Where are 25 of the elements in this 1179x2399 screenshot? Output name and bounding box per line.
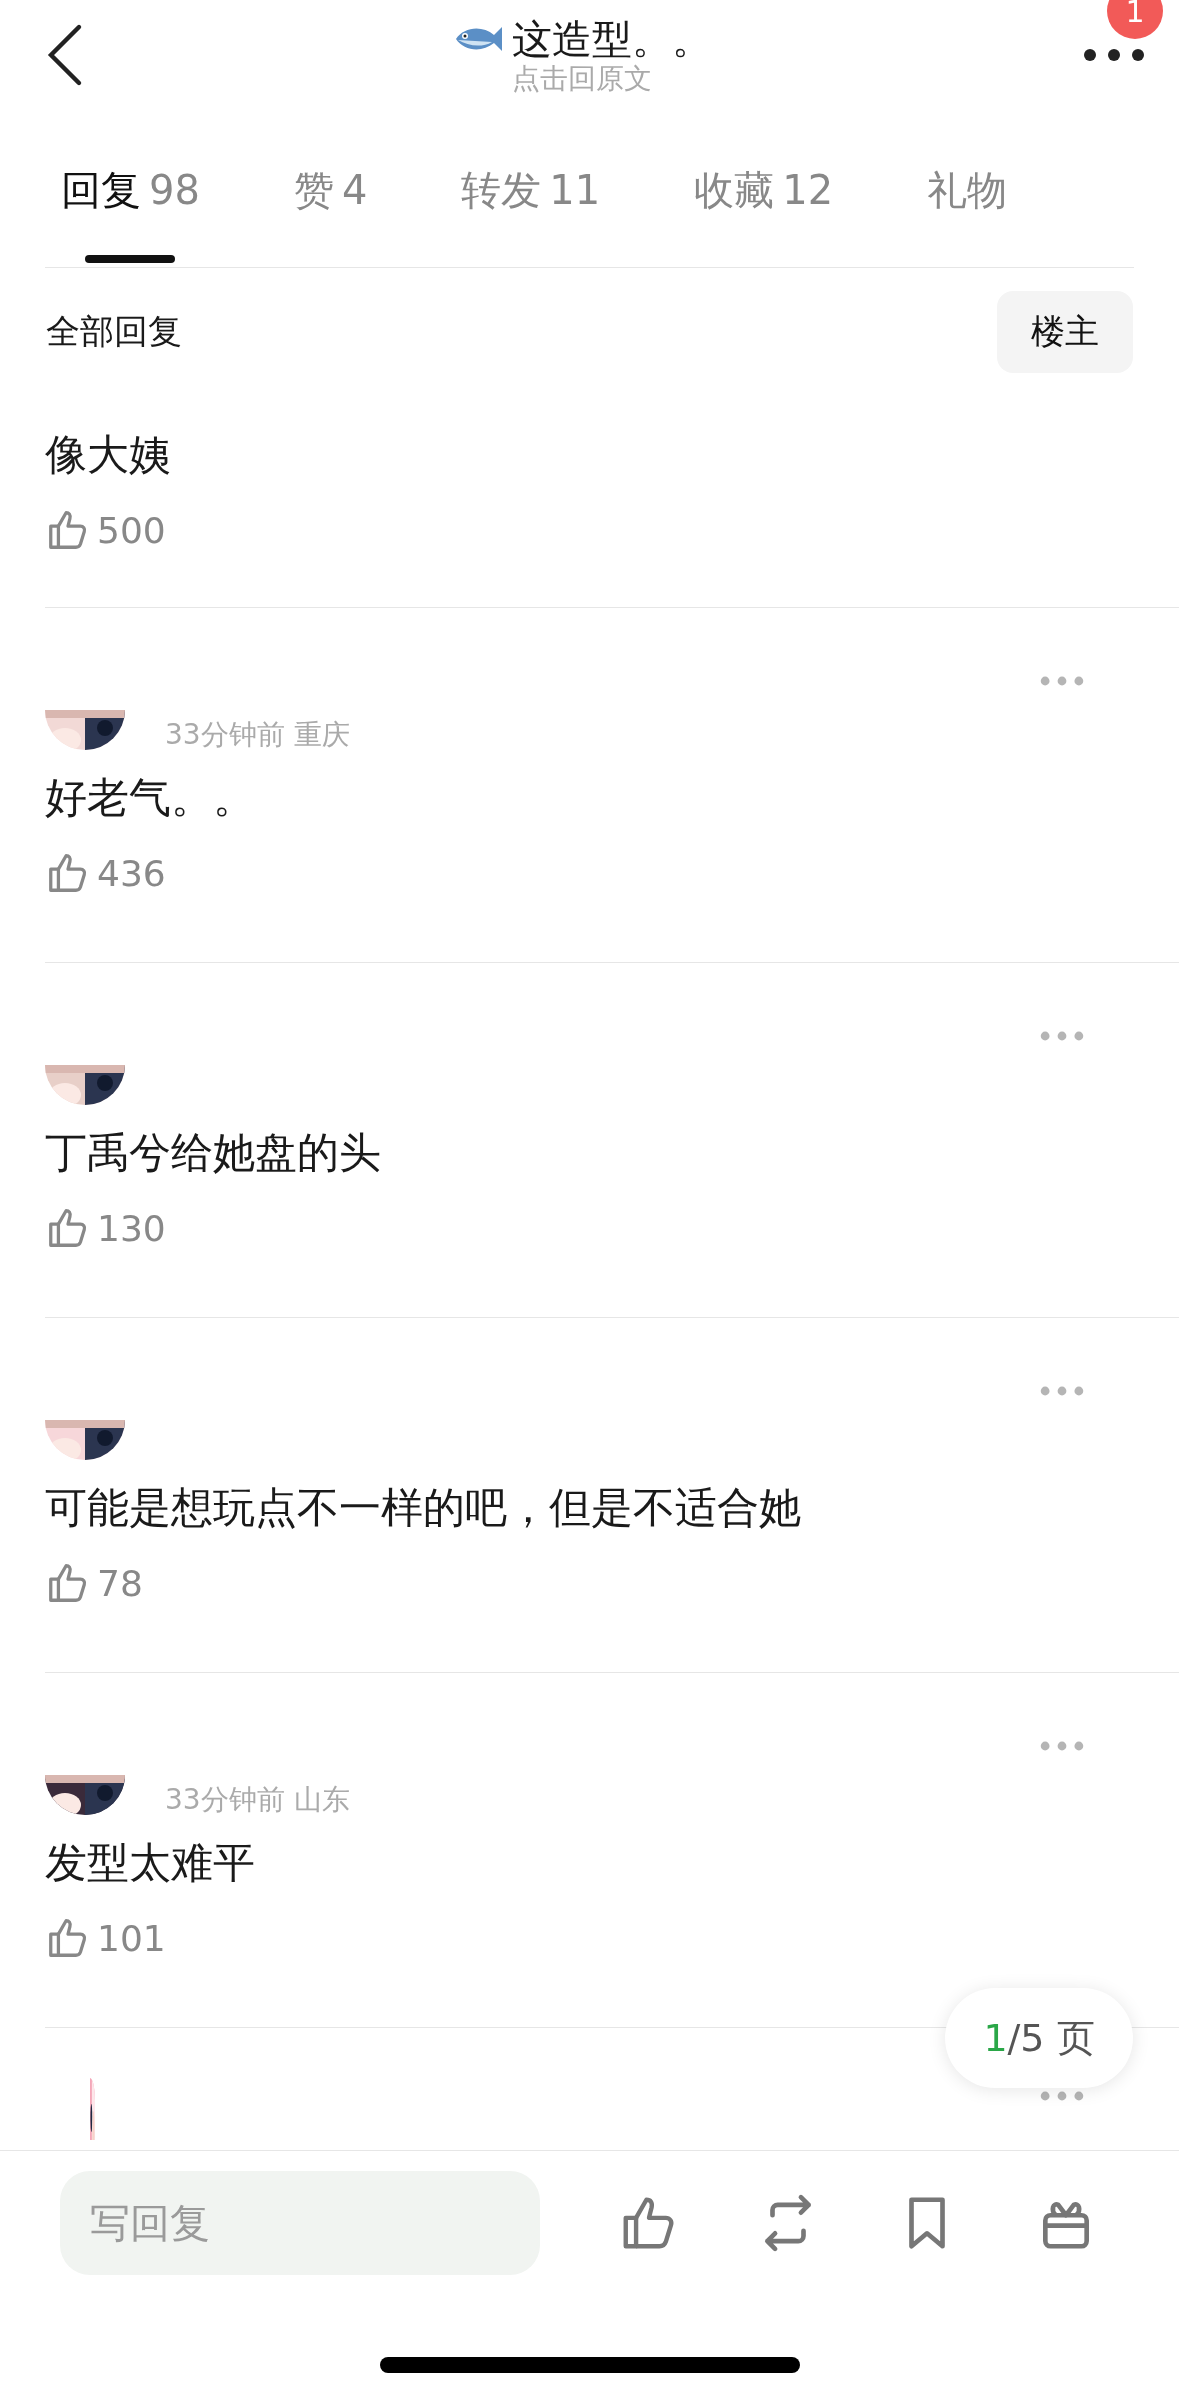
- post-title: 这造型。。: [512, 15, 712, 63]
- like-count: 101: [97, 1917, 166, 1959]
- comment-text: 发型太难平: [45, 1837, 256, 1889]
- notification-badge: 1: [1107, 0, 1163, 39]
- author-filter-button[interactable]: 楼主: [997, 290, 1133, 373]
- tab[interactable]: 赞 4: [293, 165, 368, 265]
- comment-text: 好老气。。: [45, 772, 256, 824]
- tab[interactable]: 回复 98: [61, 165, 200, 265]
- comment-text: 像大姨: [45, 429, 172, 481]
- view-original-link[interactable]: 点击回原文: [512, 63, 652, 95]
- tab[interactable]: 收藏 12: [694, 165, 834, 265]
- page-indicator[interactable]: 1/5 页: [945, 1988, 1133, 2088]
- reply-field[interactable]: 写回复: [60, 2171, 540, 2275]
- like-count: 500: [97, 509, 166, 551]
- more-icon[interactable]: [1083, 48, 1145, 62]
- comment-text: 丁禹兮给她盘的头: [45, 1127, 382, 1179]
- like-count: 78: [97, 1562, 143, 1604]
- section-label: 全部回复: [46, 309, 182, 353]
- like-count: 436: [97, 852, 166, 894]
- comment-meta: 33分钟前 山东: [165, 1782, 350, 1818]
- comment-text: 可能是想玩点不一样的吧，但是不适合她: [45, 1482, 802, 1534]
- tab[interactable]: 转发 11: [461, 165, 601, 265]
- tab[interactable]: 礼物: [927, 165, 1008, 265]
- comment-meta: 33分钟前 重庆: [165, 717, 350, 753]
- like-count: 130: [97, 1207, 166, 1249]
